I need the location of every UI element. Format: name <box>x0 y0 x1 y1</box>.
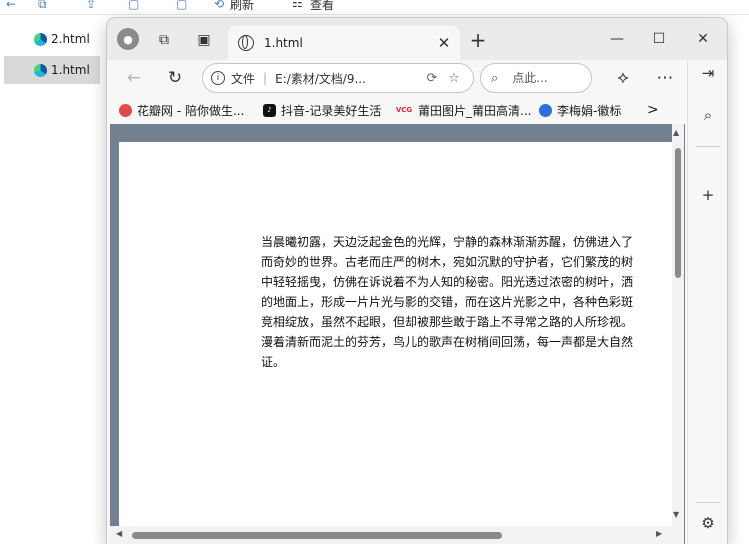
close-window-button[interactable]: ✕ <box>683 26 723 52</box>
back-button[interactable]: ← <box>120 65 148 91</box>
maximize-button[interactable]: ☐ <box>639 26 679 52</box>
new-tab-button[interactable]: + <box>465 27 491 53</box>
favorite-limeijuan[interactable]: 李梅娟-徽标 <box>539 100 621 120</box>
text-line: 竞相绽放，虽然不起眼，但却被那些敢于踏上不寻常之路的人所珍视。 <box>261 315 634 329</box>
tab-title: 1.html <box>264 36 303 50</box>
view-icon[interactable]: ☷ <box>292 0 303 10</box>
sidebar-toggle-icon[interactable]: ⇥ <box>695 60 721 86</box>
read-aloud-icon[interactable]: ⟳ <box>421 71 443 86</box>
page-body: 当晨曦初露，天边泛起金色的光辉，宁静的森林渐渐苏醒，仿佛进入了 而奇妙的世界。古… <box>119 142 674 544</box>
tab-close-icon[interactable]: ✕ <box>434 34 454 52</box>
address-url[interactable]: E:/素材/文档/9... <box>275 70 421 87</box>
sidebar-add-icon[interactable]: + <box>695 182 721 208</box>
navigation-toolbar: ← ↻ i 文件 | E:/素材/文档/9... ⟳ ☆ ⌕ ⟡ ⋯ <box>107 60 727 96</box>
edge-sidebar: ⇥ ⌕ + ⚙ <box>687 60 727 544</box>
search-icon: ⌕ <box>491 70 499 86</box>
arrow-icon[interactable]: ← <box>6 0 16 11</box>
info-icon[interactable]: i <box>211 71 225 85</box>
title-bar: ● ⧉ ▣ 1.html ✕ + — ☐ ✕ <box>107 18 727 60</box>
favorite-douyin[interactable]: ♪ 抖音-记录美好生活 <box>263 100 381 120</box>
refresh-button[interactable]: ↻ <box>161 65 189 91</box>
file-name: 1.html <box>51 63 90 77</box>
favorites-more-button[interactable]: > <box>647 100 659 120</box>
address-scheme-label: 文件 <box>231 71 256 86</box>
tab-1-html[interactable]: 1.html ✕ <box>228 26 460 60</box>
file-item-1-html[interactable]: 1.html <box>4 56 100 84</box>
scroll-right-arrow-icon[interactable]: ▶ <box>656 529 662 538</box>
scroll-down-arrow-icon[interactable]: ▼ <box>673 510 679 519</box>
address-separator: | <box>263 71 268 85</box>
favorites-bar: 花瓣网 - 陪你做生... ♪ 抖音-记录美好生活 VCG 莆田图片_莆田高清.… <box>107 96 727 124</box>
search-input[interactable] <box>510 70 579 86</box>
article-paragraph: 当晨曦初露，天边泛起金色的光辉，宁静的森林渐渐苏醒，仿佛进入了 而奇妙的世界。古… <box>261 232 674 372</box>
text-line: 当晨曦初露，天边泛起金色的光辉，宁静的森林渐渐苏醒，仿佛进入了 <box>261 235 634 249</box>
favorite-star-icon[interactable]: ☆ <box>443 71 465 86</box>
minimize-button[interactable]: — <box>597 26 637 52</box>
text-line: 而奇妙的世界。古老而庄严的树木，宛如沉默的守护者，它们繁茂的树 <box>261 255 634 269</box>
douyin-icon: ♪ <box>263 103 276 117</box>
edge-file-icon <box>34 32 47 46</box>
address-bar[interactable]: i 文件 | E:/素材/文档/9... ⟳ ☆ <box>202 63 474 93</box>
delete-icon[interactable]: ▢ <box>176 0 187 11</box>
favorite-vcg[interactable]: VCG 莆田图片_莆田高清... <box>395 100 532 120</box>
horizontal-scroll-thumb[interactable] <box>132 532 502 539</box>
text-line: 的地面上，形成一片片光与影的交错，而在这片光影之中，各种色彩斑 <box>261 295 634 309</box>
collections-icon[interactable]: ⧉ <box>151 27 177 53</box>
edge-icon <box>539 103 552 117</box>
sidebar-search-icon[interactable]: ⌕ <box>695 102 721 128</box>
sidebar-settings-icon[interactable]: ⚙ <box>695 510 721 536</box>
vertical-scrollbar[interactable]: ▲ ▼ <box>672 124 684 544</box>
ribbon-view-label[interactable]: 查看 <box>310 0 334 13</box>
more-menu-icon[interactable]: ⋯ <box>651 65 679 91</box>
explorer-file-list: 2.html 1.html <box>0 25 106 95</box>
favorite-huaban[interactable]: 花瓣网 - 陪你做生... <box>119 100 244 120</box>
file-name: 2.html <box>51 32 90 46</box>
sidebar-divider <box>696 502 720 503</box>
browser-window: ● ⧉ ▣ 1.html ✕ + — ☐ ✕ ← ↻ i 文件 | E:/素材/… <box>107 18 727 544</box>
refresh-icon[interactable]: ⟲ <box>214 0 224 11</box>
scroll-left-arrow-icon[interactable]: ◀ <box>116 529 122 538</box>
tab-actions-icon[interactable]: ▣ <box>191 27 217 53</box>
favorite-label: 李梅娟-徽标 <box>557 103 622 118</box>
copy-icon[interactable]: ⧉ <box>38 0 47 12</box>
edge-file-icon <box>34 63 47 77</box>
text-line: 中轻轻摇曳，仿佛在诉说着不为人知的秘密。阳光透过浓密的树叶，洒 <box>261 275 634 289</box>
vcg-icon: VCG <box>395 106 413 114</box>
search-box[interactable]: ⌕ <box>480 63 592 93</box>
cut-icon[interactable]: ▢ <box>128 0 139 11</box>
file-item-2-html[interactable]: 2.html <box>4 25 100 53</box>
sidebar-divider <box>696 146 720 147</box>
explorer-ribbon: ← ⧉ ⇪ ▢ ▢ ⟲ 刷新 ☷ 查看 <box>0 0 749 15</box>
profile-avatar-icon[interactable]: ● <box>117 28 139 50</box>
text-line: 证。 <box>261 355 286 369</box>
huaban-icon <box>119 103 132 117</box>
text-line: 漫着清新而泥土的芬芳，鸟儿的歌声在树梢间回荡，每一声都是大自然 <box>261 335 634 349</box>
scroll-up-arrow-icon[interactable]: ▲ <box>673 128 679 137</box>
page-viewport: 当晨曦初露，天边泛起金色的光辉，宁静的森林渐渐苏醒，仿佛进入了 而奇妙的世界。古… <box>110 124 685 544</box>
share-icon[interactable]: ⇪ <box>86 0 96 11</box>
horizontal-scrollbar[interactable]: ◀ ▶ <box>110 526 672 544</box>
ribbon-refresh-label[interactable]: 刷新 <box>230 0 254 13</box>
vertical-scroll-thumb[interactable] <box>675 148 681 278</box>
favorite-label: 花瓣网 - 陪你做生... <box>137 103 245 118</box>
favorite-label: 莆田图片_莆田高清... <box>418 103 532 118</box>
extensions-icon[interactable]: ⟡ <box>609 65 637 91</box>
globe-icon <box>238 35 254 51</box>
favorite-label: 抖音-记录美好生活 <box>281 103 382 118</box>
